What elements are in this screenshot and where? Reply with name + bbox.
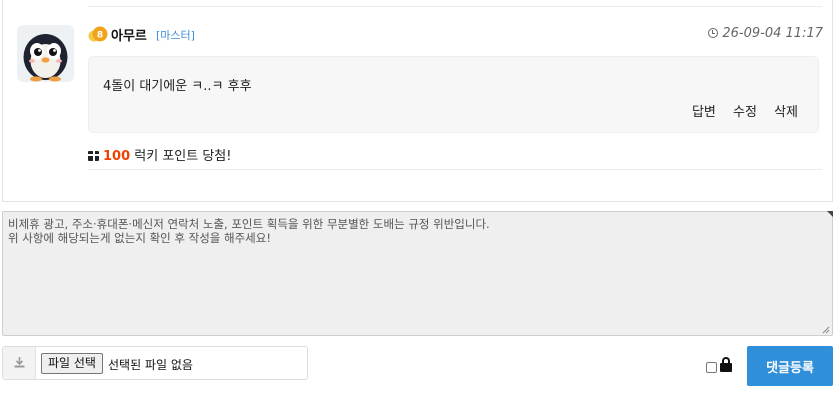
delete-button[interactable]: 삭제 [774,105,798,120]
gift-icon [88,151,99,161]
reply-button[interactable]: 답변 [692,105,716,120]
edit-button[interactable]: 수정 [733,105,757,120]
comment-text: 4돌이 대기에운 ㅋ..ㅋ 후후 [103,79,252,94]
level-badge-icon: 8 [88,26,108,42]
divider [88,6,822,7]
comment-input[interactable]: 비제휴 광고, 주소·휴대폰·메신저 연락처 노출, 포인트 획득을 위한 무분… [2,211,833,336]
author-grade: [마스터] [156,29,195,42]
submit-comment-button[interactable]: 댓글등록 [747,346,833,386]
download-icon [14,357,25,368]
file-upload-field: 파일 선택 선택된 파일 없음 [2,346,308,380]
author-name[interactable]: 아무르 [111,25,147,44]
resize-handle-icon[interactable] [822,326,830,334]
penguin-avatar-icon [23,34,68,82]
comment-meta: 8 아무르 [마스터] 26-09-04 11:17 [88,24,823,44]
lucky-points: 100 [103,149,131,164]
upload-addon [3,347,36,379]
lucky-point-notice: 100 럭키 포인트 당첨! [88,145,231,164]
file-select-button[interactable]: 파일 선택 [41,353,103,374]
comment-actions: 답변 수정 삭제 [679,101,798,120]
corner-marker [827,211,833,217]
avatar[interactable] [17,25,74,82]
comment-datetime: 26-09-04 11:17 [708,26,823,41]
lock-icon [720,357,732,372]
divider [88,169,822,170]
comment-body-box: 4돌이 대기에운 ㅋ..ㅋ 후후 답변 수정 삭제 [88,56,819,133]
secret-checkbox[interactable] [706,362,717,373]
datetime-text: 26-09-04 11:17 [722,26,823,41]
level-number: 8 [97,31,103,41]
clock-icon [708,28,719,38]
file-status: 선택된 파일 없음 [108,358,193,372]
lucky-message: 럭키 포인트 당첨! [130,149,232,164]
